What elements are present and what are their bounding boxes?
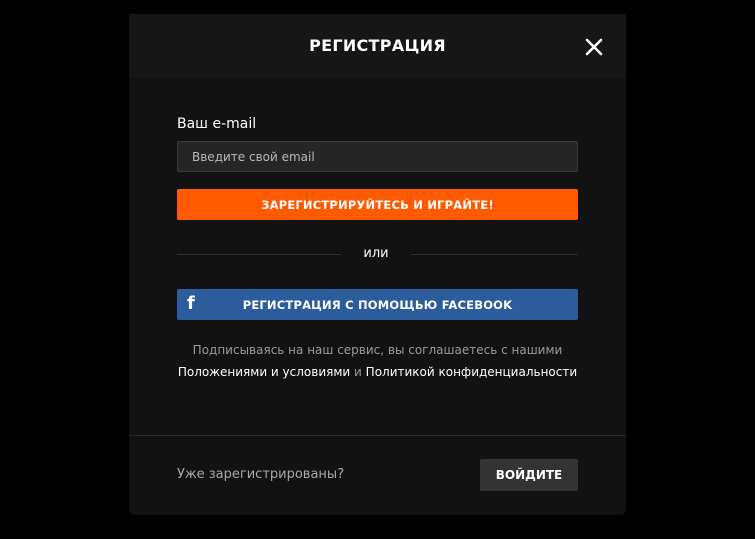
- privacy-policy-link[interactable]: Политикой конфиденциальности: [366, 365, 577, 379]
- terms-notice: Подписываясь на наш сервис, вы соглашает…: [169, 339, 586, 383]
- register-and-play-button[interactable]: ЗАРЕГИСТРИРУЙТЕСЬ И ИГРАЙТЕ!: [177, 189, 578, 220]
- divider-left: [177, 254, 341, 255]
- email-field[interactable]: [177, 141, 578, 172]
- footer-divider: [129, 435, 626, 436]
- registration-modal: РЕГИСТРАЦИЯ Ваш e-mail ЗАРЕГИСТРИРУЙТЕСЬ…: [129, 14, 626, 515]
- divider-right: [411, 254, 578, 255]
- login-button[interactable]: ВОЙДИТЕ: [480, 459, 578, 491]
- already-registered-text: Уже зарегистрированы?: [177, 467, 345, 482]
- facebook-register-label: РЕГИСТРАЦИЯ С ПОМОЩЬЮ FACEBOOK: [242, 298, 513, 312]
- facebook-register-button[interactable]: f РЕГИСТРАЦИЯ С ПОМОЩЬЮ FACEBOOK: [177, 289, 578, 320]
- terms-conjunction: и: [354, 365, 362, 379]
- terms-prefix: Подписываясь на наш сервис, вы соглашает…: [192, 343, 563, 357]
- close-icon: [585, 38, 603, 56]
- close-button[interactable]: [583, 36, 605, 58]
- modal-header: РЕГИСТРАЦИЯ: [129, 14, 626, 78]
- modal-title: РЕГИСТРАЦИЯ: [309, 36, 446, 55]
- or-divider-text: или: [363, 246, 389, 261]
- terms-and-conditions-link[interactable]: Положениями и условиями: [178, 365, 350, 379]
- email-label: Ваш e-mail: [177, 116, 257, 132]
